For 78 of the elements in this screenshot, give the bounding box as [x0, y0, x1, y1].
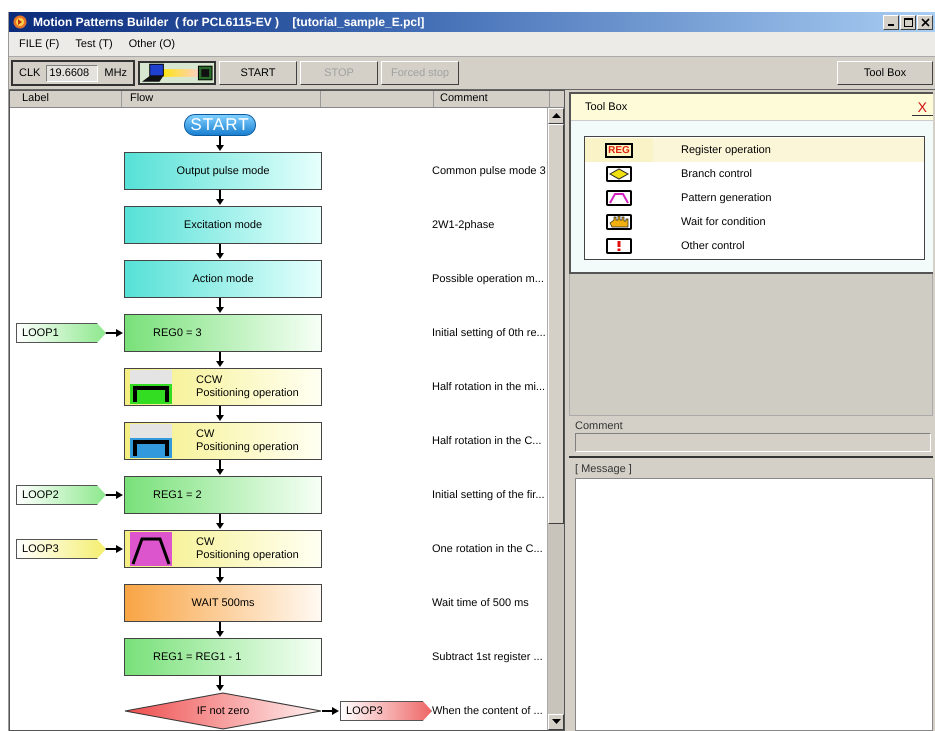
step-comment: 2W1-2phase: [432, 219, 494, 231]
menu-item[interactable]: Test (T): [75, 38, 113, 50]
maximize-icon: [904, 18, 912, 26]
loop-label[interactable]: LOOP1: [16, 323, 106, 343]
flow-arrow: [215, 352, 225, 368]
flow-node[interactable]: CCW Positioning operation: [124, 368, 322, 406]
flow-node[interactable]: Action mode: [124, 260, 322, 298]
close-icon: [920, 18, 930, 26]
clock-field[interactable]: 19.6608: [46, 64, 98, 82]
step-comment: Subtract 1st register ...: [432, 651, 543, 663]
flow-arrow: [106, 544, 124, 554]
column-header[interactable]: Comment: [434, 91, 550, 107]
step-comment: Common pulse mode 3: [432, 165, 546, 177]
step-comment: One rotation in the C...: [432, 543, 543, 555]
menu-item[interactable]: FILE (F): [19, 38, 60, 50]
flow-arrow: [215, 406, 225, 422]
step-comment: Possible operation m...: [432, 273, 544, 285]
toolbox-button[interactable]: Tool Box: [837, 61, 933, 85]
toolbar-button[interactable]: START: [219, 61, 298, 85]
flow-arrow: [106, 490, 124, 500]
flow-arrow: [215, 244, 225, 260]
panel-title: Tool Box: [584, 101, 628, 113]
flow-arrow: [215, 568, 225, 584]
flow-arrow: [215, 190, 225, 206]
flow-node[interactable]: CW Positioning operation: [124, 422, 322, 460]
menu-item[interactable]: Other (O): [128, 38, 176, 50]
comment-field[interactable]: [575, 433, 931, 452]
jump-label[interactable]: LOOP3: [340, 701, 432, 721]
flow-node[interactable]: REG1 = REG1 - 1: [124, 638, 322, 676]
scrollbar[interactable]: [547, 108, 564, 730]
register-icon: REG: [605, 142, 633, 158]
trapezoid-icon: [606, 190, 632, 206]
tool-item[interactable]: Branch control: [585, 162, 924, 186]
hand-icon: [606, 214, 632, 230]
step-comment: Wait time of 500 ms: [432, 597, 529, 609]
flow-arrow: [322, 706, 340, 716]
flow-arrow: [215, 460, 225, 476]
flow-node[interactable]: Excitation mode: [124, 206, 322, 244]
flow-node[interactable]: CW Positioning operation: [124, 530, 322, 568]
window-title: Motion Patterns Builder ( for PCL6115-EV ) [tutorial_sample_E.pcl]: [33, 15, 424, 29]
maximize-button[interactable]: [900, 14, 916, 30]
exclamation-icon: [606, 238, 632, 254]
flow-arrow: [215, 298, 225, 314]
unit-label: MHz: [104, 67, 128, 79]
flow-node[interactable]: WAIT 500ms: [124, 584, 322, 622]
message-label: [ Message ]: [575, 463, 633, 475]
tool-item[interactable]: Other control: [585, 234, 924, 258]
step-comment: Half rotation in the mi...: [432, 381, 546, 393]
flow-arrow: [215, 622, 225, 638]
flow-arrow: [215, 676, 225, 692]
flow-node[interactable]: REG0 = 3: [124, 314, 322, 352]
flow-arrow: [215, 136, 225, 152]
step-comment: Half rotation in the C...: [432, 435, 542, 447]
step-comment: When the content of ...: [432, 705, 543, 717]
comment-label: Comment: [575, 420, 624, 432]
flow-arrow: [215, 514, 225, 530]
flow-node[interactable]: REG1 = 2: [124, 476, 322, 514]
step-comment: Initial setting of 0th re...: [432, 327, 546, 339]
app-icon: [13, 15, 27, 29]
close-button[interactable]: [917, 14, 933, 30]
minimize-button[interactable]: [883, 14, 899, 30]
loop-label[interactable]: LOOP2: [16, 485, 106, 505]
clk-label: CLK: [19, 67, 40, 79]
close-button[interactable]: X: [912, 98, 933, 116]
scroll-down-icon: [552, 719, 560, 725]
tool-item[interactable]: Pattern generation: [585, 186, 924, 210]
flow-arrow: [106, 328, 124, 338]
column-header[interactable]: Flow: [122, 91, 321, 107]
scroll-up-icon: [552, 113, 560, 119]
step-comment: Initial setting of the fir...: [432, 489, 545, 501]
diamond-icon: [606, 166, 632, 182]
decision-node[interactable]: IF not zero: [124, 692, 322, 730]
tool-item[interactable]: REG Register operation: [585, 138, 924, 162]
tool-item[interactable]: Wait for condition: [585, 210, 924, 234]
flow-node[interactable]: Output pulse mode: [124, 152, 322, 190]
minimize-icon: [888, 24, 894, 26]
loop-label[interactable]: LOOP3: [16, 539, 106, 559]
column-header[interactable]: Label: [10, 91, 122, 107]
